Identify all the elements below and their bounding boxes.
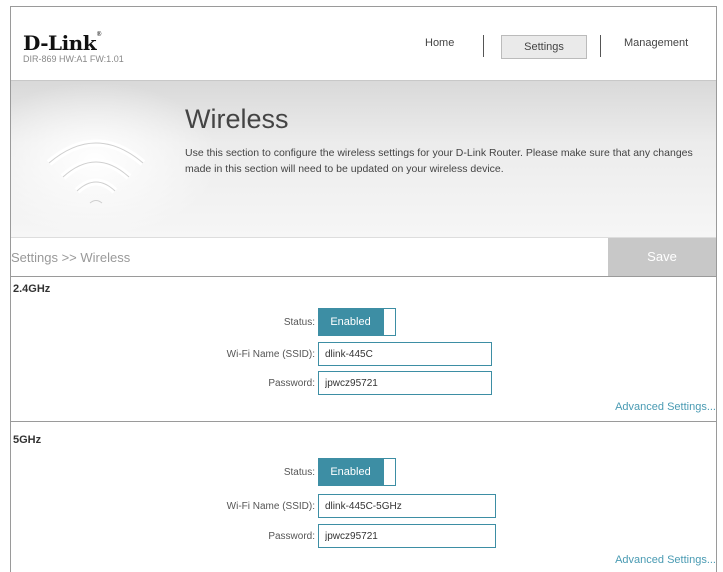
status-enabled: Enabled [318, 458, 383, 486]
toggle-knob[interactable] [383, 458, 396, 486]
top-header: D-Link® DIR-869 HW:A1 FW:1.01 Home Setti… [11, 7, 716, 80]
status-toggle[interactable]: Enabled [318, 458, 400, 486]
ssid-input[interactable] [318, 342, 492, 366]
status-enabled: Enabled [318, 308, 383, 336]
breadcrumb-bar: Settings >> Wireless Save [11, 237, 716, 277]
status-label: Status: [283, 317, 315, 328]
band-section-5ghz: 5GHz Status: Enabled Wi-Fi Name (SSID): … [11, 427, 716, 572]
nav-divider [600, 35, 601, 57]
section-title: 2.4GHz [13, 283, 51, 295]
ssid-input[interactable] [318, 494, 496, 518]
section-title: 5GHz [13, 434, 42, 446]
ssid-label: Wi-Fi Name (SSID): [226, 501, 315, 512]
section-divider [11, 421, 716, 422]
breadcrumb: Settings >> Wireless [11, 250, 131, 265]
password-input[interactable] [318, 371, 492, 395]
ssid-label: Wi-Fi Name (SSID): [226, 349, 315, 360]
password-input[interactable] [318, 524, 496, 548]
password-label: Password: [268, 378, 315, 389]
password-label: Password: [268, 531, 315, 542]
save-button[interactable]: Save [608, 238, 716, 276]
page-description: Use this section to configure the wirele… [185, 147, 693, 175]
nav-settings[interactable]: Settings [501, 35, 587, 59]
nav-management[interactable]: Management [624, 37, 688, 49]
model-info: DIR-869 HW:A1 FW:1.01 [23, 54, 124, 64]
advanced-settings-link[interactable]: Advanced Settings... [615, 554, 716, 566]
band-section-2-4ghz: 2.4GHz Status: Enabled Wi-Fi Name (SSID)… [11, 276, 716, 421]
dlink-logo: D-Link® [23, 31, 102, 55]
section-banner: Wireless Use this section to configure t… [11, 80, 716, 238]
status-label: Status: [283, 467, 315, 478]
nav-divider [483, 35, 484, 57]
wifi-icon [46, 139, 146, 204]
nav-home[interactable]: Home [425, 37, 454, 49]
page-title: Wireless [185, 104, 289, 134]
toggle-knob[interactable] [383, 308, 396, 336]
advanced-settings-link[interactable]: Advanced Settings... [615, 401, 716, 413]
router-admin-page: D-Link® DIR-869 HW:A1 FW:1.01 Home Setti… [10, 6, 717, 572]
status-toggle[interactable]: Enabled [318, 308, 400, 336]
